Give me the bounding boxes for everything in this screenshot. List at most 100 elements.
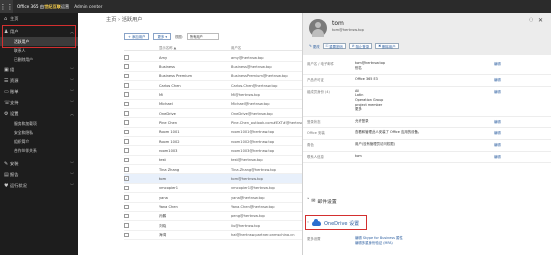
row-checkbox[interactable] bbox=[124, 83, 129, 88]
edit-link[interactable]: 编辑 bbox=[494, 142, 501, 147]
column-username[interactable]: 用户名 bbox=[231, 45, 241, 50]
display-name-cell[interactable]: yana bbox=[159, 196, 168, 200]
table-row[interactable]: Room 1002 room1002@hertnsw.top bbox=[124, 137, 302, 147]
row-checkbox[interactable]: ✓ bbox=[124, 176, 129, 181]
mfa-link[interactable]: 编辑多重身份验证 (MFA) bbox=[355, 241, 403, 246]
nav-item-reports[interactable]: ▤ 报告 ﹀ bbox=[0, 169, 78, 180]
display-name-cell[interactable]: Amy bbox=[159, 56, 167, 60]
skype-properties-link[interactable]: 编辑 Skype for Business 属性 bbox=[355, 236, 403, 241]
edit-link[interactable]: 编辑 bbox=[494, 61, 501, 66]
row-checkbox[interactable] bbox=[124, 148, 129, 153]
nav-item-billing[interactable]: ▭ 账单 ﹀ bbox=[0, 86, 78, 97]
nav-item-groups[interactable]: ▣ 组 ﹀ bbox=[0, 64, 78, 75]
table-row[interactable]: Carlos Chen Carlos.Chen@hertnsw.top bbox=[124, 81, 302, 91]
row-checkbox[interactable] bbox=[124, 129, 129, 135]
display-name-cell[interactable]: Business Premium bbox=[159, 74, 192, 78]
table-row[interactable]: ✓ tom tom@hertnsw.top bbox=[124, 174, 302, 184]
row-checkbox[interactable] bbox=[124, 111, 129, 116]
table-row[interactable]: Yana Chen Yana.Chen@hertnsw.top bbox=[124, 203, 302, 212]
properties-list: 用户名 / 电子邮件 tom@hertnsw.top 别名 编辑 产品许可证 Office… bbox=[303, 59, 551, 164]
nav-item-support[interactable]: ☏ 支持 ﹀ bbox=[0, 97, 78, 108]
table-row[interactable]: Amy amy@hertnsw.top bbox=[124, 53, 302, 63]
table-row[interactable]: Room 1001 room1001@hertnsw.top bbox=[124, 128, 302, 138]
row-checkbox[interactable] bbox=[124, 185, 129, 191]
table-row[interactable]: Michael Michael@hertnsw.top bbox=[124, 100, 302, 110]
row-checkbox[interactable] bbox=[124, 64, 129, 69]
refresh-icon[interactable]: ◌ bbox=[529, 17, 533, 23]
property-row: 登录状态 允许登录 编辑 bbox=[303, 117, 551, 129]
table-row[interactable]: Pine Chen Pine.Chen_outlook.com#EXT#@hert… bbox=[124, 118, 302, 128]
row-checkbox[interactable] bbox=[124, 213, 129, 219]
display-name-cell[interactable]: vmcopier1 bbox=[159, 186, 178, 190]
display-name-cell[interactable]: 刘晓 bbox=[159, 224, 166, 229]
nav-item-settings[interactable]: ⚙ 设置 ︿ bbox=[0, 108, 78, 119]
nav-item-home[interactable]: ⌂ 主页 bbox=[0, 13, 78, 24]
row-checkbox[interactable] bbox=[124, 167, 129, 172]
display-name-cell[interactable]: 海湾 bbox=[159, 233, 166, 238]
mail-settings-header[interactable]: ˅ ✉ 邮件设置 bbox=[307, 198, 337, 205]
table-row[interactable]: Mi Mi@hertnsw.top bbox=[124, 90, 302, 100]
nav-sub-partners[interactable]: 合作伙伴关系 bbox=[0, 146, 78, 155]
table-row[interactable]: Business Premium BusinessPremium@hertnsw.… bbox=[124, 72, 302, 82]
display-name-cell[interactable]: Room 1002 bbox=[159, 140, 180, 144]
admin-center-title[interactable]: Admin center bbox=[74, 4, 102, 9]
row-checkbox[interactable] bbox=[124, 232, 129, 238]
row-checkbox[interactable] bbox=[124, 73, 129, 79]
nav-item-resources[interactable]: ☰ 资源 ﹀ bbox=[0, 75, 78, 86]
display-name-cell[interactable]: 孙鹏 bbox=[159, 214, 166, 219]
table-row[interactable]: yana yana@hertnsw.top bbox=[124, 193, 302, 203]
table-row[interactable]: OneDrive OneDrive@hertnsw.top bbox=[124, 109, 302, 119]
block-signin-button[interactable]: ⊘ 阻止登录 bbox=[348, 43, 373, 49]
view-select[interactable]: 所有用户 bbox=[186, 33, 219, 40]
edit-link[interactable]: 编辑 bbox=[494, 77, 501, 82]
nav-sub-security[interactable]: 安全和隐私 bbox=[0, 128, 78, 137]
table-row[interactable]: vmcopier1 vmcopier1@hertnsw.top bbox=[124, 184, 302, 194]
row-checkbox[interactable] bbox=[124, 195, 129, 200]
edit-link[interactable]: 编辑 bbox=[494, 89, 501, 94]
nav-item-setup[interactable]: ✎ 安装 ﹀ bbox=[0, 158, 78, 169]
display-name-cell[interactable]: Carlos Chen bbox=[159, 84, 181, 88]
edit-link[interactable]: 编辑 bbox=[494, 119, 501, 124]
nav-item-health[interactable]: ♥ 运行状况 ﹀ bbox=[0, 180, 78, 191]
row-checkbox[interactable] bbox=[124, 223, 129, 228]
display-name-cell[interactable]: Mi bbox=[159, 93, 163, 97]
edit-link[interactable]: 编辑 bbox=[494, 154, 501, 159]
row-checkbox[interactable] bbox=[124, 101, 129, 107]
close-icon[interactable]: ✕ bbox=[538, 17, 543, 24]
app-launcher-icon[interactable]: ⋮⋮ bbox=[0, 0, 14, 13]
column-display-name[interactable]: 显示名称 ▲ bbox=[159, 45, 176, 50]
display-name-cell[interactable]: test bbox=[159, 158, 166, 162]
row-checkbox[interactable] bbox=[124, 92, 129, 97]
change-action[interactable]: ✎ 更改 bbox=[309, 44, 320, 49]
edit-link[interactable]: 编辑 bbox=[494, 130, 501, 135]
display-name-cell[interactable]: Michael bbox=[159, 102, 173, 106]
display-name-cell[interactable]: room1003 bbox=[159, 149, 177, 153]
display-name-cell[interactable]: Room 1001 bbox=[159, 130, 180, 134]
row-checkbox[interactable] bbox=[124, 120, 129, 125]
table-row[interactable]: test test@hertnsw.top bbox=[124, 156, 302, 166]
row-checkbox[interactable] bbox=[124, 157, 129, 163]
display-name-cell[interactable]: Yana Chen bbox=[159, 205, 178, 209]
delete-user-button[interactable]: ✖ 删除用户 bbox=[375, 43, 399, 49]
display-name-cell[interactable]: Pine Chen bbox=[159, 121, 177, 125]
more-button[interactable]: 更多 ▾ bbox=[153, 33, 172, 40]
table-row[interactable]: Tina Zhang Tina.Zhang@hertnsw.top bbox=[124, 165, 302, 175]
reset-password-button[interactable]: ⚿ 重置密码 bbox=[322, 43, 346, 49]
table-row[interactable]: 刘晓 liu@hertnsw.top bbox=[124, 221, 302, 231]
row-checkbox[interactable] bbox=[124, 139, 129, 144]
table-row[interactable]: Business Business@hertnsw.top bbox=[124, 62, 302, 72]
nav-sub-deleted-users[interactable]: 已删除用户 bbox=[0, 55, 78, 64]
nav-sub-org-profile[interactable]: 组织简介 bbox=[0, 137, 78, 146]
row-checkbox[interactable] bbox=[124, 204, 129, 209]
add-user-button[interactable]: + 添加用户 bbox=[124, 33, 150, 40]
table-row[interactable]: 海湾 hai@hertnsw.partner.onmschina.cn bbox=[124, 231, 302, 240]
row-checkbox[interactable] bbox=[124, 55, 129, 60]
mail-icon: ✉ bbox=[311, 199, 316, 204]
display-name-cell[interactable]: Tina Zhang bbox=[159, 168, 179, 172]
display-name-cell[interactable]: tom bbox=[159, 177, 166, 181]
display-name-cell[interactable]: OneDrive bbox=[159, 112, 176, 116]
nav-sub-services[interactable]: 服务和加载项 bbox=[0, 119, 78, 128]
display-name-cell[interactable]: Business bbox=[159, 65, 175, 69]
table-row[interactable]: 孙鹏 peng@hertnsw.top bbox=[124, 212, 302, 222]
table-row[interactable]: room1003 room1003@hertnsw.top bbox=[124, 146, 302, 156]
